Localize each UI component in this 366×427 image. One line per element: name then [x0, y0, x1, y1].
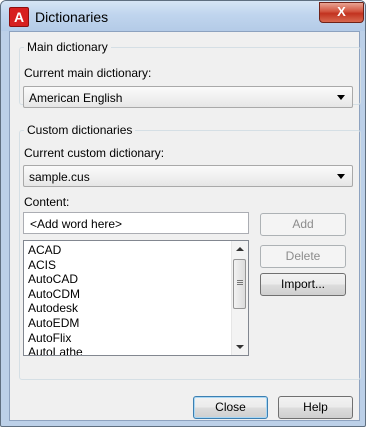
word-list[interactable]: ACAD ACIS AutoCAD AutoCDM Autodesk AutoE… [23, 240, 249, 356]
scroll-thumb[interactable] [233, 259, 246, 309]
close-window-button[interactable]: X [319, 2, 364, 23]
content-label: Content: [24, 195, 70, 209]
grip-icon [237, 280, 243, 281]
import-button[interactable]: Import... [260, 273, 346, 296]
scroll-up-icon[interactable] [236, 247, 244, 251]
list-item[interactable]: ACIS [28, 258, 83, 273]
add-word-input[interactable]: <Add word here> [23, 212, 249, 234]
main-dictionary-value: American English [29, 91, 123, 105]
scroll-down-icon[interactable] [236, 345, 244, 349]
word-list-items: ACAD ACIS AutoCAD AutoCDM Autodesk AutoE… [28, 243, 83, 355]
autocad-logo-icon: A [9, 7, 29, 27]
list-item[interactable]: AutoCAD [28, 272, 83, 287]
dialog-body: Main dictionary Current main dictionary:… [9, 31, 361, 421]
help-button[interactable]: Help [278, 396, 353, 419]
custom-dictionary-select[interactable]: sample.cus [23, 165, 353, 187]
add-word-input-text: <Add word here> [30, 217, 123, 231]
delete-button[interactable]: Delete [260, 245, 346, 268]
list-item[interactable]: AutoCDM [28, 287, 83, 302]
list-item[interactable]: Autodesk [28, 301, 83, 316]
close-button[interactable]: Close [193, 396, 268, 419]
list-item[interactable]: ACAD [28, 243, 83, 258]
chevron-down-icon [337, 95, 345, 100]
list-item[interactable]: AutoLathe [28, 345, 83, 355]
word-list-scrollbar[interactable] [231, 241, 248, 355]
main-dictionary-select[interactable]: American English [23, 86, 353, 108]
custom-dictionary-value: sample.cus [29, 170, 90, 184]
custom-dictionaries-group-label: Custom dictionaries [24, 123, 136, 137]
window-title: Dictionaries [35, 9, 109, 25]
current-custom-dictionary-label: Current custom dictionary: [24, 146, 165, 160]
main-dictionary-group-label: Main dictionary [24, 40, 111, 54]
dialog-window: A Dictionaries X Main dictionary Current… [0, 0, 366, 427]
current-main-dictionary-label: Current main dictionary: [24, 66, 152, 80]
list-item[interactable]: AutoFlix [28, 331, 83, 346]
add-button[interactable]: Add [260, 213, 346, 236]
chevron-down-icon [337, 174, 345, 179]
list-item[interactable]: AutoEDM [28, 316, 83, 331]
title-bar[interactable]: A Dictionaries X [1, 1, 365, 31]
